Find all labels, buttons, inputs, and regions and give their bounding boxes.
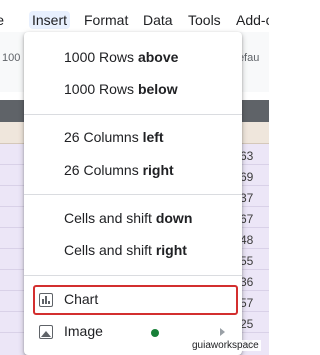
- menu-divider: [24, 275, 242, 276]
- insert-cells-shift-down-label: Cells and shift down: [64, 210, 193, 226]
- insert-rows-above-label: 1000 Rows above: [64, 49, 179, 65]
- insert-columns-left[interactable]: 26 Columns left: [24, 123, 242, 153]
- watermark: guiaworkspace: [190, 340, 261, 351]
- menu-data[interactable]: Data: [143, 11, 173, 29]
- grid-cell[interactable]: 25: [240, 317, 253, 331]
- menu-bar: ile Insert Format Data Tools Add-o: [0, 8, 269, 32]
- insert-image-label: Image: [64, 323, 103, 339]
- grid-cell[interactable]: 55: [240, 254, 253, 268]
- menu-format[interactable]: Format: [84, 11, 128, 29]
- insert-rows-below[interactable]: 1000 Rows below: [24, 75, 242, 105]
- menu-divider: [24, 114, 242, 115]
- grid-cell[interactable]: 67: [240, 212, 253, 226]
- menu-tools[interactable]: Tools: [188, 11, 221, 29]
- insert-rows-above[interactable]: 1000 Rows above: [24, 43, 242, 73]
- menu-divider: [24, 194, 242, 195]
- grid-cell[interactable]: 57: [240, 296, 253, 310]
- submenu-arrow-icon: [220, 328, 225, 336]
- insert-rows-below-label: 1000 Rows below: [64, 81, 178, 97]
- insert-columns-left-label: 26 Columns left: [64, 129, 164, 145]
- insert-chart[interactable]: Chart: [24, 284, 242, 316]
- title-strip: [0, 0, 269, 8]
- new-feature-dot-icon: [151, 329, 159, 337]
- menu-file[interactable]: ile: [0, 11, 4, 29]
- zoom-select[interactable]: 100: [2, 52, 20, 64]
- grid-cell[interactable]: 69: [240, 170, 253, 184]
- menu-addons[interactable]: Add-o: [236, 11, 269, 29]
- grid-cell[interactable]: 37: [240, 191, 253, 205]
- insert-chart-label: Chart: [64, 291, 99, 307]
- insert-cells-shift-right-label: Cells and shift right: [64, 242, 187, 258]
- insert-columns-right[interactable]: 26 Columns right: [24, 156, 242, 186]
- insert-menu: 1000 Rows above 1000 Rows below 26 Colum…: [24, 32, 242, 355]
- spreadsheet-screen: ile Insert Format Data Tools Add-o 100 D…: [0, 0, 269, 355]
- insert-columns-right-label: 26 Columns right: [64, 162, 174, 178]
- bar-chart-icon: [39, 293, 53, 307]
- grid-cell[interactable]: 48: [240, 233, 253, 247]
- image-icon: [39, 325, 53, 339]
- grid-cell[interactable]: 63: [240, 149, 253, 163]
- grid-cell[interactable]: 36: [240, 275, 253, 289]
- insert-cells-shift-down[interactable]: Cells and shift down: [24, 204, 242, 234]
- menu-insert[interactable]: Insert: [29, 11, 71, 29]
- insert-cells-shift-right[interactable]: Cells and shift right: [24, 236, 242, 266]
